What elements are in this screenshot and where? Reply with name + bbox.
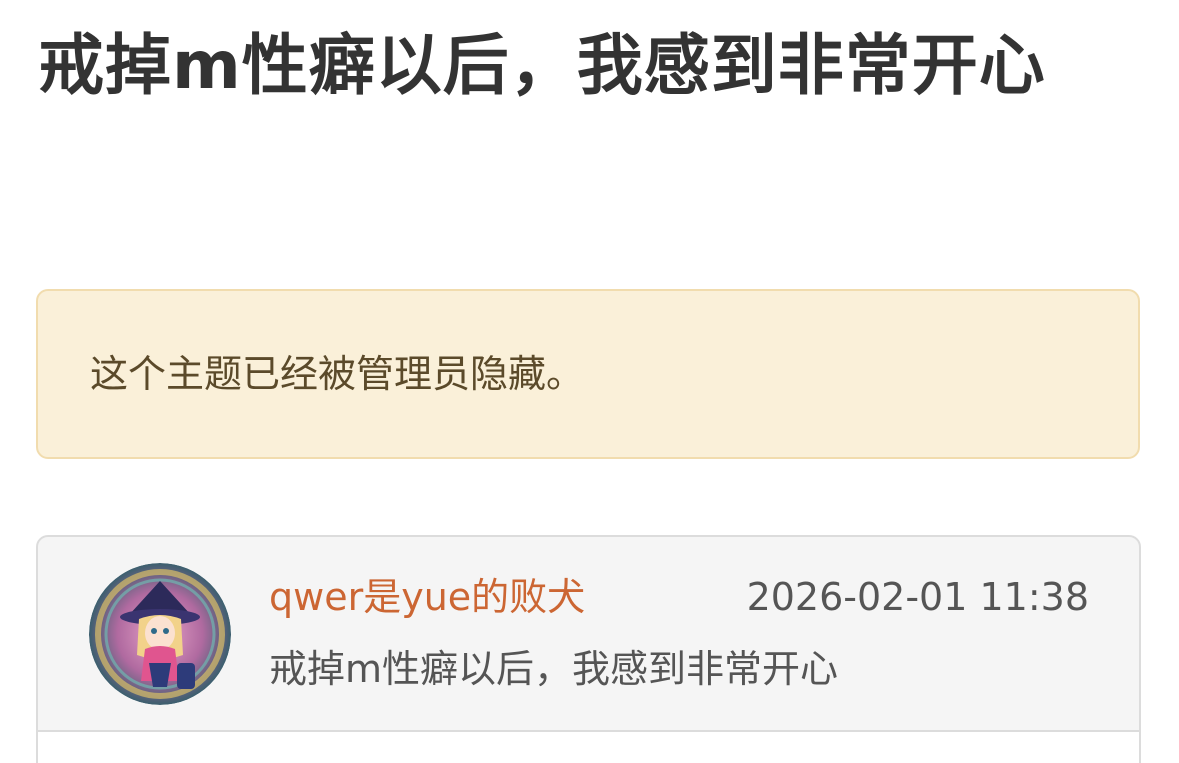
hidden-topic-notice: 这个主题已经被管理员隐藏。	[36, 289, 1140, 459]
anime-avatar-icon	[89, 563, 231, 705]
post-excerpt: 戒掉m性癖以后，我感到非常开心	[269, 647, 839, 691]
post-card[interactable]: qwer是yue的败犬 2026-02-01 11:38 戒掉m性癖以后，我感到…	[36, 535, 1141, 763]
post-timestamp: 2026-02-01 11:38	[746, 575, 1089, 619]
post-author-link[interactable]: qwer是yue的败犬	[269, 571, 585, 623]
page-title: 戒掉m性癖以后，我感到非常开心	[38, 27, 1046, 104]
topic-page: 戒掉m性癖以后，我感到非常开心 这个主题已经被管理员隐藏。 qwer是yue的败…	[0, 0, 1179, 763]
avatar[interactable]	[89, 563, 231, 705]
post-body	[38, 732, 1139, 763]
notice-text: 这个主题已经被管理员隐藏。	[90, 352, 585, 396]
